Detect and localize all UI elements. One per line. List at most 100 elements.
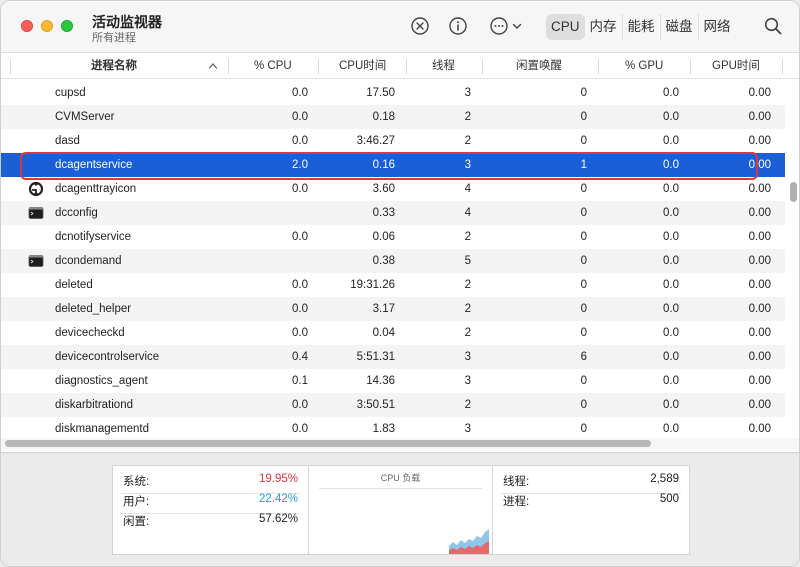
close-circle-icon bbox=[411, 17, 429, 35]
column-header-cpu[interactable]: % CPU bbox=[254, 54, 292, 79]
tab-memory[interactable]: 内存 bbox=[584, 14, 623, 40]
cell-cpu-time: 1.83 bbox=[372, 423, 395, 435]
app-subtitle[interactable]: 所有进程 bbox=[92, 29, 136, 45]
table-row[interactable]: diskarbitrationd 0.0 3:50.51 2 0 0.0 0.00 bbox=[1, 393, 785, 417]
stat-user-label: 用户: bbox=[123, 496, 150, 508]
horizontal-scrollbar[interactable] bbox=[5, 440, 651, 447]
cpu-summary-panel: 系统: 19.95% 用户: 22.42% 闲置: 57.62% CPU 负载 bbox=[1, 452, 799, 566]
column-header-threads[interactable]: 线程 bbox=[432, 54, 455, 79]
cell-cpu-time: 3.60 bbox=[372, 183, 395, 195]
cell-cpu-time: 14.36 bbox=[366, 375, 395, 387]
column-divider bbox=[782, 59, 783, 74]
table-row[interactable]: dcagenttrayicon 0.0 3.60 4 0 0.0 0.00 bbox=[1, 177, 785, 201]
cell-gpu: 0.0 bbox=[663, 135, 679, 147]
cell-threads: 2 bbox=[464, 303, 471, 315]
cell-threads: 4 bbox=[464, 183, 471, 195]
tab-disk[interactable]: 磁盘 bbox=[660, 14, 699, 40]
table-row[interactable]: devicecheckd 0.0 0.04 2 0 0.0 0.00 bbox=[1, 321, 785, 345]
table-row[interactable]: diskmanagementd 0.0 1.83 3 0 0.0 0.00 bbox=[1, 417, 785, 440]
column-divider bbox=[406, 59, 407, 74]
cell-gpu: 0.0 bbox=[663, 111, 679, 123]
column-header-cpu-time[interactable]: CPU时间 bbox=[339, 54, 386, 79]
table-row[interactable]: cupsd 0.0 17.50 3 0 0.0 0.00 bbox=[1, 81, 785, 105]
inspect-button[interactable] bbox=[448, 16, 468, 36]
view-tabs: CPU 内存 能耗 磁盘 网络 bbox=[546, 14, 736, 40]
table-row[interactable]: dcagentservice 2.0 0.16 3 1 0.0 0.00 bbox=[1, 153, 785, 177]
cell-cpu-time: 17.50 bbox=[366, 87, 395, 99]
column-header-gpu[interactable]: % GPU bbox=[625, 54, 663, 79]
cell-cpu-time: 3:46.27 bbox=[356, 135, 395, 147]
cell-gpu-time: 0.00 bbox=[748, 255, 771, 267]
cell-gpu: 0.0 bbox=[663, 87, 679, 99]
table-row[interactable]: dcondemand 0.38 5 0 0.0 0.00 bbox=[1, 249, 785, 273]
cell-idle-wakeups: 0 bbox=[580, 279, 587, 291]
cell-threads: 2 bbox=[464, 327, 471, 339]
tab-cpu[interactable]: CPU bbox=[546, 14, 585, 40]
table-row[interactable]: deleted 0.0 19:31.26 2 0 0.0 0.00 bbox=[1, 273, 785, 297]
close-window-button[interactable] bbox=[21, 20, 33, 32]
activity-monitor-window: 活动监视器 所有进程 CPU 内存 能耗 磁盘 网络 进程名称 % CPU CP… bbox=[0, 0, 800, 567]
column-header-process-name[interactable]: 进程名称 bbox=[91, 54, 137, 79]
column-divider bbox=[10, 59, 11, 74]
cell-cpu-time: 3:50.51 bbox=[356, 399, 395, 411]
column-divider bbox=[228, 59, 229, 74]
info-icon bbox=[449, 17, 467, 35]
cell-threads: 3 bbox=[464, 159, 471, 171]
stat-user: 用户: 22.42% bbox=[123, 493, 298, 511]
cell-cpu-time: 3.17 bbox=[372, 303, 395, 315]
minimize-window-button[interactable] bbox=[41, 20, 53, 32]
cell-gpu: 0.0 bbox=[663, 231, 679, 243]
more-options-button[interactable] bbox=[487, 16, 523, 36]
cell-process-name: dcagentservice bbox=[55, 159, 133, 171]
search-icon[interactable] bbox=[763, 16, 783, 36]
cell-idle-wakeups: 1 bbox=[580, 159, 587, 171]
cell-cpu: 0.0 bbox=[292, 183, 308, 195]
column-divider bbox=[690, 59, 691, 74]
table-row[interactable]: dcconfig 0.33 4 0 0.0 0.00 bbox=[1, 201, 785, 225]
table-row[interactable]: dasd 0.0 3:46.27 2 0 0.0 0.00 bbox=[1, 129, 785, 153]
stat-user-value: 22.42% bbox=[258, 493, 298, 505]
cell-cpu bbox=[228, 249, 308, 273]
cell-idle-wakeups: 0 bbox=[580, 231, 587, 243]
cell-process-name: dcagenttrayicon bbox=[55, 183, 137, 195]
cell-process-name: cupsd bbox=[55, 87, 86, 99]
column-header-idle-wakeups[interactable]: 闲置唤醒 bbox=[516, 54, 562, 79]
cell-gpu-time: 0.00 bbox=[748, 375, 771, 387]
table-row[interactable]: devicecontrolservice 0.4 5:51.31 3 6 0.0 0.00 bbox=[1, 345, 785, 369]
column-header-gpu-time[interactable]: GPU时间 bbox=[712, 54, 760, 79]
cell-cpu bbox=[228, 201, 308, 225]
cell-gpu-time: 0.00 bbox=[748, 87, 771, 99]
table-row[interactable]: deleted_helper 0.0 3.17 2 0 0.0 0.00 bbox=[1, 297, 785, 321]
toolbar: 活动监视器 所有进程 CPU 内存 能耗 磁盘 网络 bbox=[1, 1, 799, 53]
cell-cpu: 0.0 bbox=[292, 327, 308, 339]
table-row[interactable]: diagnostics_agent 0.1 14.36 3 0 0.0 0.00 bbox=[1, 369, 785, 393]
stat-idle-value: 57.62% bbox=[258, 513, 298, 525]
cell-idle-wakeups: 6 bbox=[580, 351, 587, 363]
table-row[interactable]: dcnotifyservice 0.0 0.06 2 0 0.0 0.00 bbox=[1, 225, 785, 249]
zoom-window-button[interactable] bbox=[61, 20, 73, 32]
stat-system-label: 系统: bbox=[123, 476, 150, 488]
cell-cpu-time: 5:51.31 bbox=[356, 351, 395, 363]
cell-cpu-time: 19:31.26 bbox=[350, 279, 395, 291]
stat-idle-label: 闲置: bbox=[123, 516, 150, 528]
cell-cpu-time: 0.38 bbox=[372, 255, 395, 267]
cell-threads: 2 bbox=[464, 111, 471, 123]
cell-process-name: devicecheckd bbox=[55, 327, 125, 339]
column-divider bbox=[318, 59, 319, 74]
table-row[interactable]: CVMServer 0.0 0.18 2 0 0.0 0.00 bbox=[1, 105, 785, 129]
tab-energy[interactable]: 能耗 bbox=[622, 14, 661, 40]
stop-process-button[interactable] bbox=[410, 16, 430, 36]
tab-network[interactable]: 网络 bbox=[698, 14, 736, 40]
stat-processes: 进程: 500 bbox=[503, 493, 679, 511]
vertical-scrollbar[interactable] bbox=[790, 182, 797, 202]
cell-threads: 3 bbox=[464, 351, 471, 363]
cell-cpu: 0.4 bbox=[292, 351, 308, 363]
sort-ascending-icon[interactable] bbox=[208, 62, 218, 70]
cell-process-name: diskmanagementd bbox=[55, 423, 149, 435]
process-count-stats: 线程: 2,589 进程: 500 bbox=[492, 465, 690, 555]
column-divider bbox=[598, 59, 599, 74]
column-divider bbox=[482, 59, 483, 74]
cell-cpu: 0.0 bbox=[292, 87, 308, 99]
cell-gpu: 0.0 bbox=[663, 255, 679, 267]
cell-idle-wakeups: 0 bbox=[580, 375, 587, 387]
